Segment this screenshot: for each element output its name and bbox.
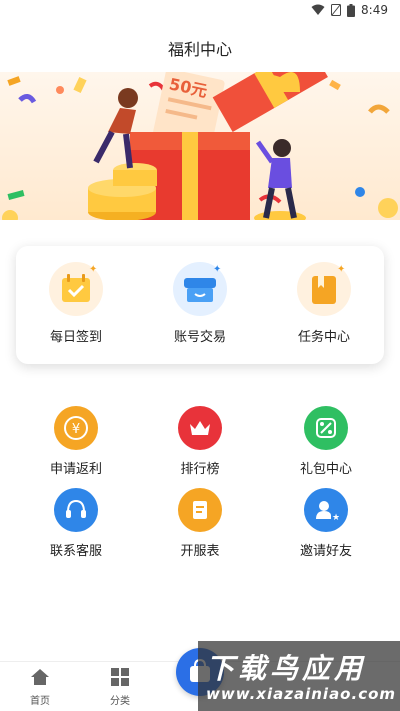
- title-bar: 福利中心: [0, 24, 400, 72]
- watermark-url: www.xiazainiao.com: [206, 685, 397, 703]
- calendar-check-icon: ✦: [49, 262, 103, 316]
- banner-illustration: 50元: [2, 72, 398, 220]
- status-time: 8:49: [361, 3, 388, 17]
- svg-text:¥: ¥: [72, 422, 80, 437]
- crown-icon: [178, 406, 222, 450]
- quick-actions-card: ✦ 每日签到 ✦ 账号交易 ✦ 任务中心: [16, 246, 384, 364]
- gift-center-button[interactable]: 礼包中心: [276, 406, 376, 477]
- coupon-icon: [304, 406, 348, 450]
- card-label-task-center: 任务中心: [297, 330, 350, 345]
- grid-icon: [111, 668, 129, 686]
- account-trade-button[interactable]: ✦ 账号交易: [150, 262, 250, 352]
- daily-checkin-button[interactable]: ✦ 每日签到: [26, 262, 126, 352]
- headset-icon: [54, 488, 98, 532]
- page-title: 福利中心: [167, 40, 232, 59]
- user-star-icon: ★: [304, 488, 348, 532]
- watermark-overlay: 下载鸟应用 www.xiazainiao.com: [198, 641, 400, 711]
- home-icon: [31, 669, 49, 685]
- grid-label-invite-friends: 邀请好友: [299, 544, 352, 559]
- grid-label-server-schedule: 开服表: [180, 544, 220, 559]
- yen-icon: ¥: [54, 406, 98, 450]
- book-icon: ✦: [297, 262, 351, 316]
- status-bar: 8:49: [0, 0, 400, 24]
- nav-label-home: 首页: [30, 696, 50, 707]
- nav-home[interactable]: 首页: [15, 668, 65, 707]
- document-icon: [178, 488, 222, 532]
- server-schedule-button[interactable]: 开服表: [150, 488, 250, 559]
- contact-support-button[interactable]: 联系客服: [26, 488, 126, 559]
- svg-text:✦: ✦: [89, 264, 97, 275]
- svg-text:★: ★: [332, 513, 339, 523]
- nav-label-category: 分类: [110, 696, 130, 707]
- grid-label-contact-support: 联系客服: [49, 544, 102, 559]
- grid-label-apply-rebate: 申请返利: [49, 462, 102, 477]
- shop-icon: ✦: [173, 262, 227, 316]
- nav-category[interactable]: 分类: [95, 668, 145, 707]
- card-label-account-trade: 账号交易: [173, 330, 226, 345]
- card-label-daily-checkin: 每日签到: [49, 330, 102, 345]
- svg-text:✦: ✦: [337, 264, 345, 275]
- grid-label-leaderboard: 排行榜: [180, 462, 220, 477]
- apply-rebate-button[interactable]: ¥ 申请返利: [26, 406, 126, 477]
- svg-text:✦: ✦: [213, 264, 221, 275]
- leaderboard-button[interactable]: 排行榜: [150, 406, 250, 477]
- status-icons: 8:49: [311, 3, 388, 17]
- battery-icon: [347, 3, 356, 17]
- watermark-title: 下载鸟应用: [206, 652, 367, 685]
- sim-icon: [331, 4, 342, 16]
- invite-friends-button[interactable]: ★ 邀请好友: [276, 488, 376, 559]
- wifi-icon: [311, 4, 325, 15]
- task-center-button[interactable]: ✦ 任务中心: [274, 262, 374, 352]
- promo-banner[interactable]: 50元: [0, 72, 400, 220]
- grid-label-gift-center: 礼包中心: [299, 462, 352, 477]
